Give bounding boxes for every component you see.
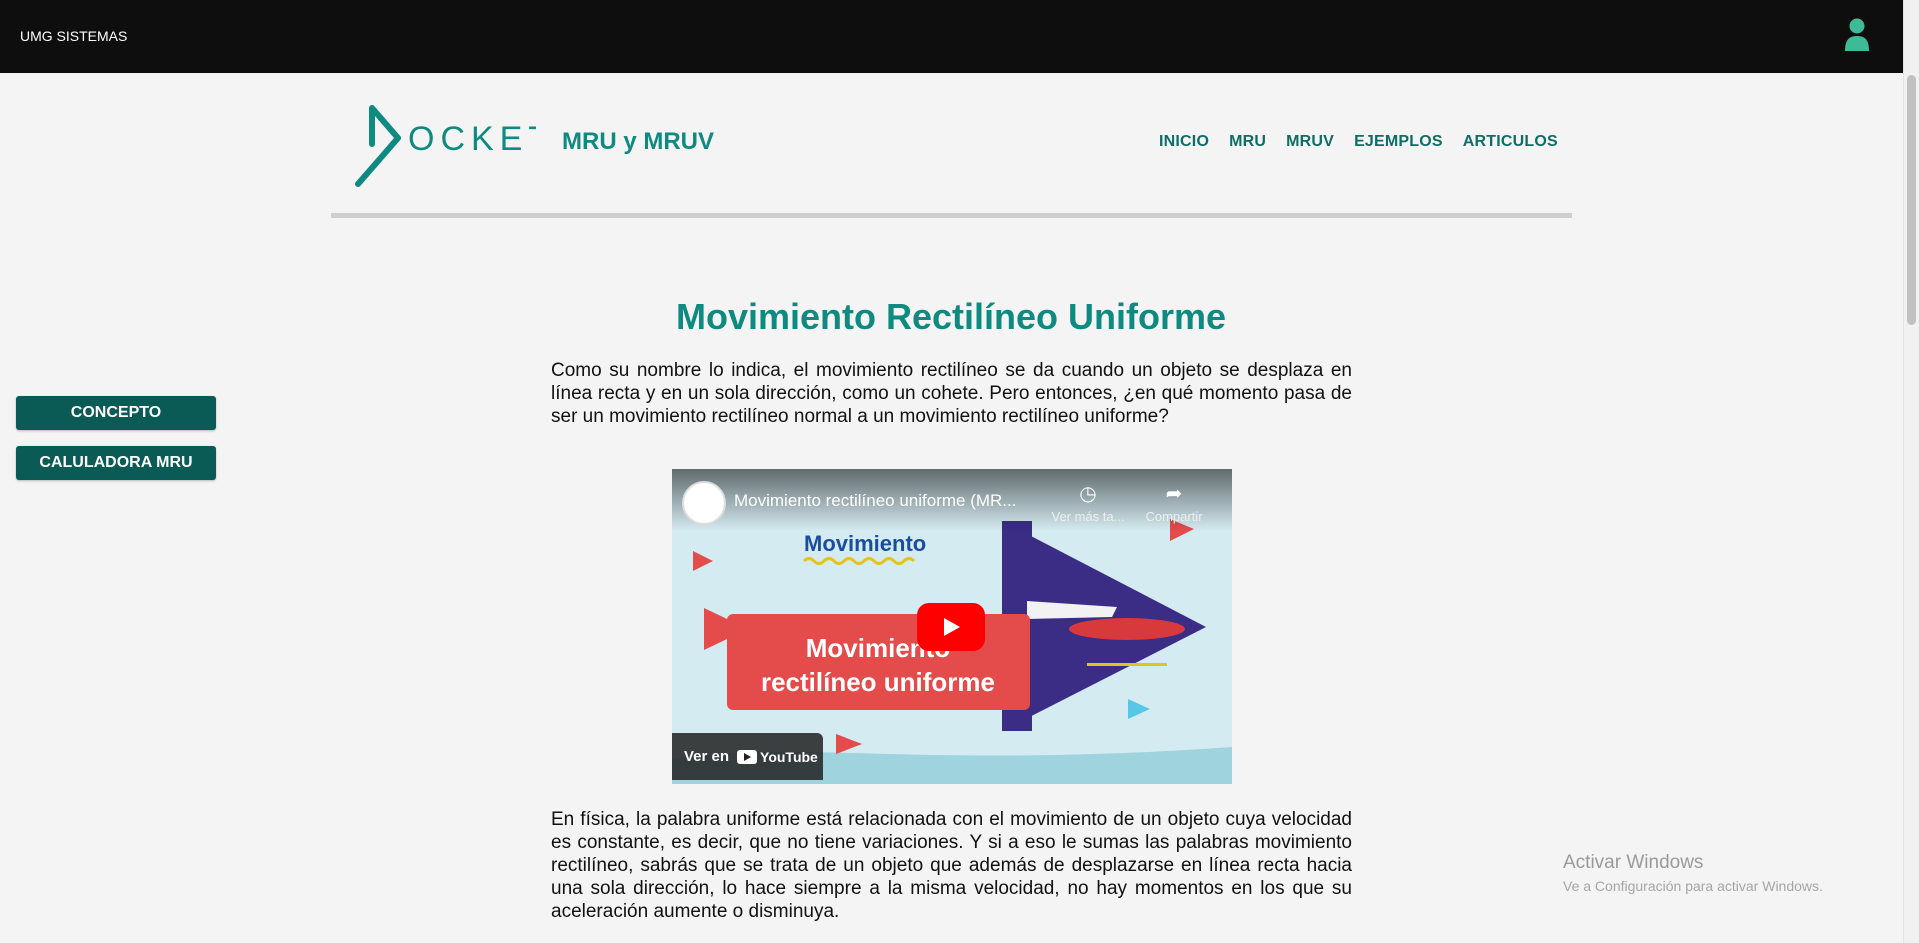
watch-on-youtube-button[interactable]: Ver en YouTube: [672, 733, 823, 780]
youtube-logo: YouTube: [737, 749, 818, 765]
concepto-button[interactable]: CONCEPTO: [16, 396, 216, 430]
scrollbar-thumb[interactable]: [1907, 75, 1916, 325]
watch-on-label: Ver en: [684, 748, 730, 765]
calculadora-mru-button[interactable]: CALULADORA MRU: [16, 446, 216, 480]
channel-avatar[interactable]: [682, 481, 726, 525]
nav-articulos[interactable]: ARTICULOS: [1463, 133, 1558, 151]
rocket-logo[interactable]: OCKET: [354, 104, 536, 188]
share-icon: ➦: [1165, 483, 1183, 505]
uniforme-paragraph: En física, la palabra uniforme está rela…: [551, 809, 1352, 922]
play-button[interactable]: [917, 603, 985, 651]
site-title: MRU y MRUV: [562, 128, 715, 155]
play-icon: [944, 618, 960, 636]
header-divider: [331, 213, 1572, 218]
nav-mru[interactable]: MRU: [1229, 133, 1266, 151]
user-icon[interactable]: [1844, 18, 1870, 52]
youtube-embed[interactable]: Movimiento Movimiento rectilíneo uniform…: [672, 469, 1232, 784]
video-title[interactable]: Movimiento rectilíneo uniforme (MR...: [734, 491, 1016, 511]
nav-ejemplos[interactable]: EJEMPLOS: [1354, 133, 1443, 151]
logo-text: OCKET: [408, 120, 536, 158]
nav-inicio[interactable]: INICIO: [1159, 133, 1209, 151]
thumbnail-banner-line2: rectilíneo uniforme: [761, 667, 995, 697]
brand-label: UMG SISTEMAS: [20, 28, 128, 44]
nav-mruv[interactable]: MRUV: [1286, 133, 1334, 151]
intro-paragraph: Como su nombre lo indica, el movimiento …: [551, 360, 1352, 427]
page-scrollbar[interactable]: [1903, 0, 1919, 943]
share-button[interactable]: ➦ Compartir: [1134, 481, 1214, 524]
windows-activation-subtitle: Ve a Configuración para activar Windows.: [1563, 878, 1823, 894]
windows-activation-title: Activar Windows: [1563, 852, 1704, 873]
top-bar: UMG SISTEMAS: [0, 0, 1904, 73]
page-title: Movimiento Rectilíneo Uniforme: [675, 296, 1227, 337]
youtube-play-icon: [737, 749, 758, 764]
watch-later-button[interactable]: ◷ Ver más ta...: [1048, 481, 1128, 524]
clock-icon: ◷: [1079, 483, 1097, 505]
thumbnail-word: Movimiento: [804, 531, 926, 556]
main-nav: INICIO MRU MRUV EJEMPLOS ARTICULOS: [1159, 133, 1558, 151]
youtube-wordmark: YouTube: [760, 748, 818, 765]
share-label: Compartir: [1145, 509, 1203, 524]
watch-later-label: Ver más ta...: [1051, 509, 1125, 524]
